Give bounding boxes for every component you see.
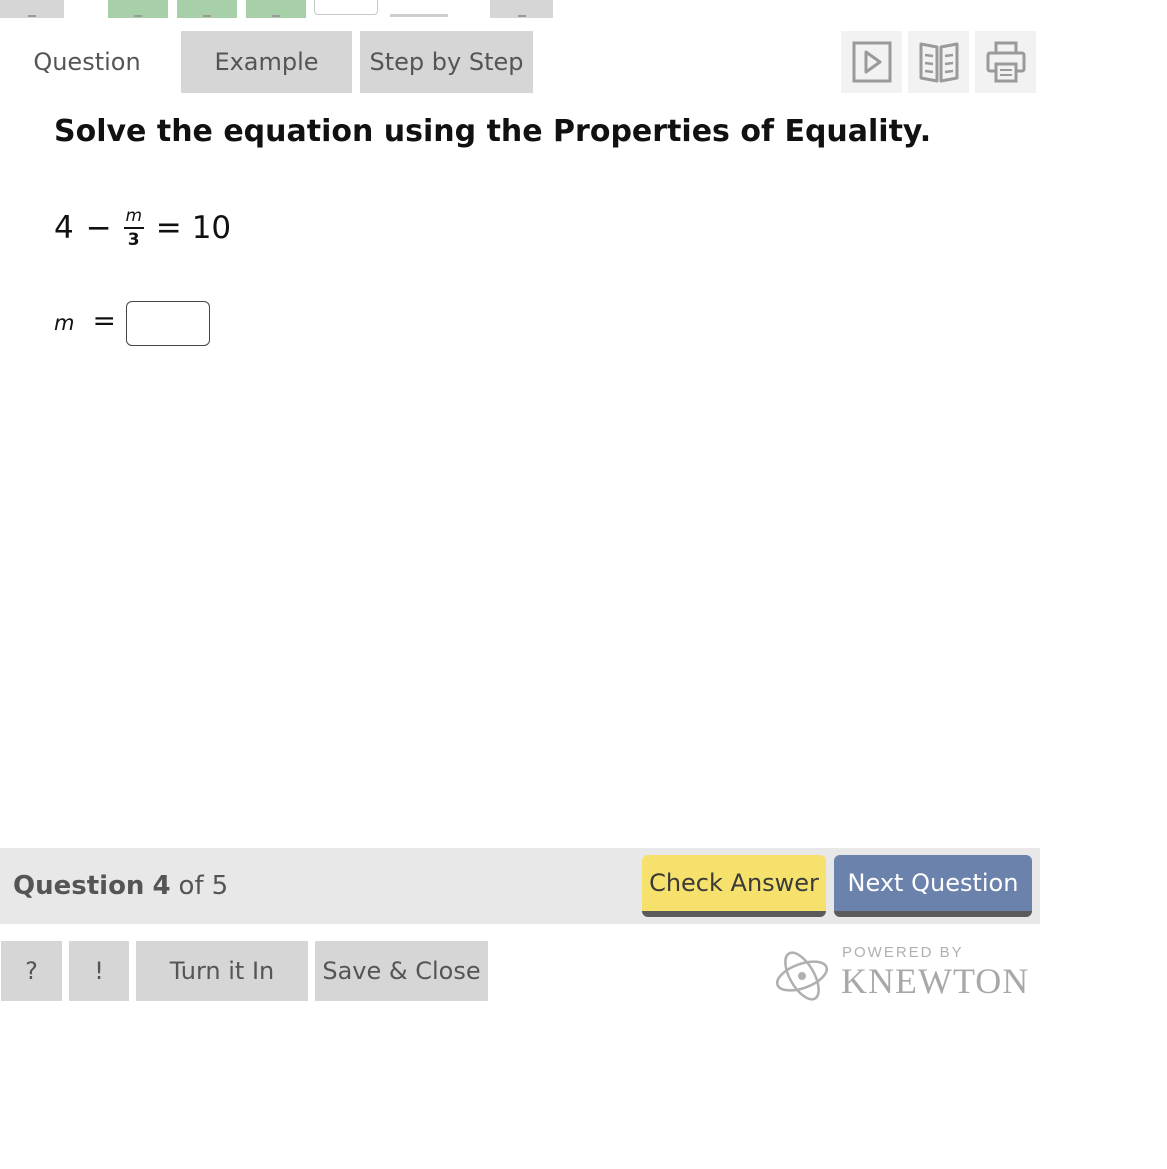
equation-rhs: 10 <box>191 210 232 246</box>
print-icon <box>986 41 1025 83</box>
video-button[interactable] <box>841 31 902 93</box>
chevron-right-icon <box>517 11 526 17</box>
turn-it-in-button[interactable]: Turn it In <box>136 941 308 1001</box>
total-questions: 5 <box>211 871 229 901</box>
minus-sign: − <box>85 210 112 246</box>
answer-equals-sign: = <box>92 303 116 337</box>
tab-question[interactable]: Question <box>14 31 160 93</box>
book-icon <box>919 42 958 83</box>
answer-variable: m <box>54 311 75 335</box>
check-answer-button[interactable]: Check Answer <box>642 855 826 917</box>
fraction-denominator: 3 <box>127 229 140 250</box>
question-nav-button-3[interactable] <box>246 0 306 18</box>
of-word: of <box>178 871 204 901</box>
tab-example[interactable]: Example <box>181 31 352 93</box>
question-instruction: Solve the equation using the Properties … <box>54 114 932 149</box>
ebook-button[interactable] <box>908 31 969 93</box>
play-icon <box>852 41 891 83</box>
fraction: m 3 <box>123 205 144 250</box>
question-nav-button-1[interactable] <box>108 0 168 18</box>
help-button[interactable]: ? <box>1 941 62 1001</box>
equation-constant: 4 <box>54 210 74 246</box>
atom-logo-icon <box>775 951 829 1001</box>
question-nav-indicator <box>390 14 448 17</box>
question-word: Question <box>13 871 145 901</box>
question-nav-button-2[interactable] <box>177 0 237 18</box>
report-button[interactable]: ! <box>69 941 129 1001</box>
tab-step-by-step[interactable]: Step by Step <box>360 31 533 93</box>
equals-sign: = <box>155 210 182 246</box>
knewton-branding: POWERED BY KNEWTON <box>772 942 1042 1008</box>
question-counter: Question 4 of 5 <box>13 848 228 924</box>
check-icon <box>272 11 280 17</box>
print-button[interactable] <box>975 31 1036 93</box>
question-navigation <box>0 0 1167 20</box>
knewton-wordmark: KNEWTON <box>841 961 1030 1001</box>
current-question-number: 4 <box>152 871 171 901</box>
chevron-left-icon <box>28 11 36 17</box>
answer-input[interactable] <box>125 300 210 346</box>
fraction-numerator: m <box>125 205 142 226</box>
save-close-button[interactable]: Save & Close <box>315 941 488 1001</box>
next-question-button[interactable]: Next Question <box>834 855 1032 917</box>
check-icon <box>134 11 142 17</box>
check-icon <box>203 11 211 17</box>
previous-arrow-button[interactable] <box>0 0 64 18</box>
powered-by-label: POWERED BY <box>842 944 964 961</box>
question-nav-button-current[interactable] <box>314 0 378 15</box>
answer-row: m = <box>54 300 210 346</box>
next-arrow-button[interactable] <box>490 0 553 18</box>
equation: 4 − m 3 = 10 <box>54 200 231 256</box>
